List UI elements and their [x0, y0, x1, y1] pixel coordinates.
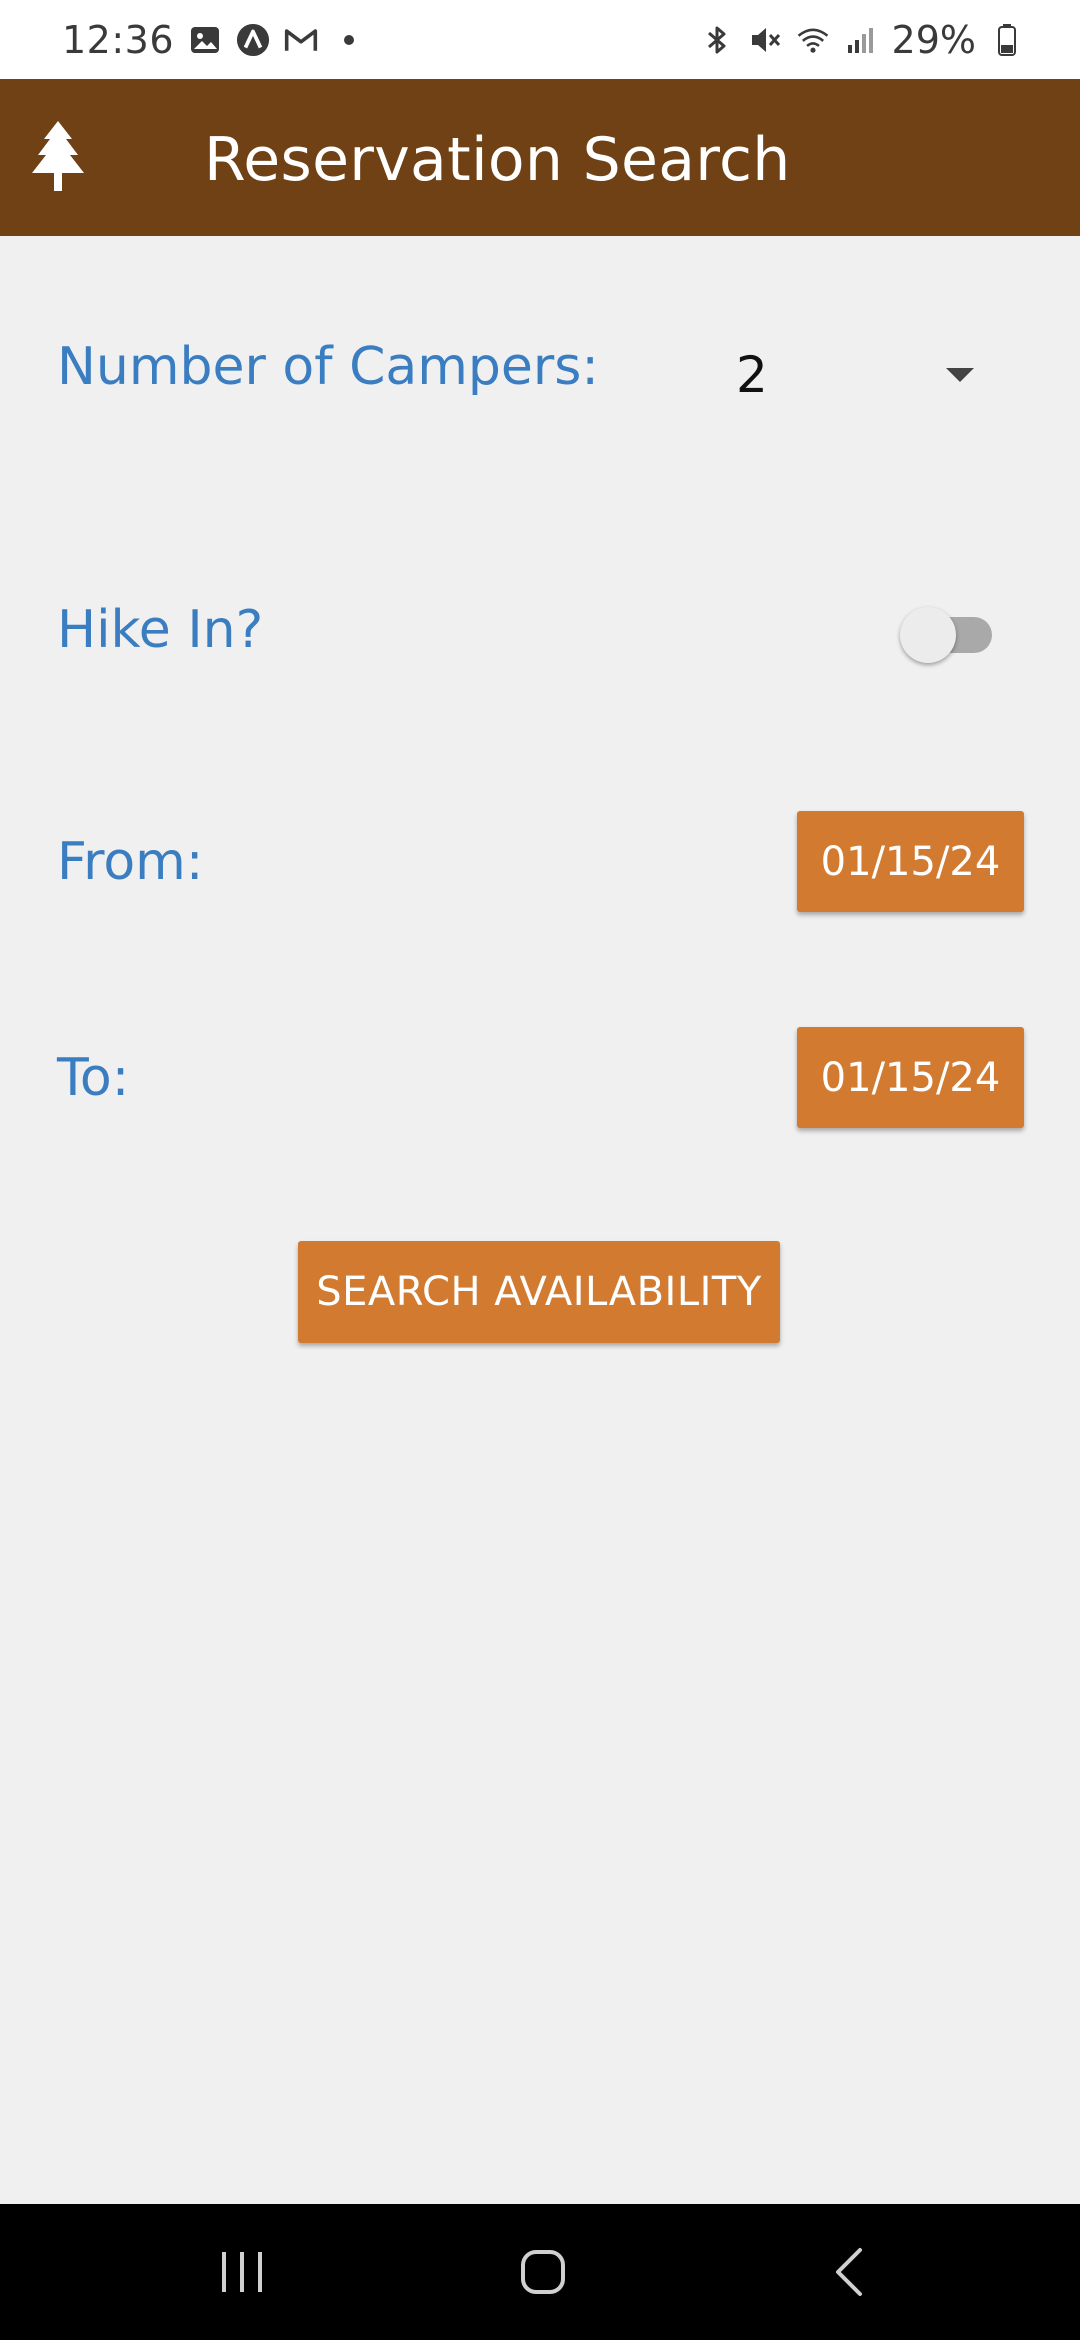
bluetooth-icon [700, 23, 734, 57]
battery-percent: 29% [891, 17, 976, 62]
toggle-knob [900, 607, 956, 663]
to-date-button[interactable]: 01/15/24 [797, 1027, 1024, 1128]
status-right: 29% [700, 18, 1024, 62]
from-label: From: [57, 832, 204, 892]
status-time: 12:36 [62, 17, 175, 62]
battery-icon [990, 23, 1024, 57]
campers-value: 2 [736, 346, 768, 404]
app-bar: Reservation Search [0, 79, 1080, 236]
wifi-icon [796, 23, 830, 57]
dot-icon [332, 23, 366, 57]
back-icon[interactable] [818, 2240, 882, 2304]
campers-label: Number of Campers: [57, 337, 599, 397]
mute-icon [748, 23, 782, 57]
navigation-bar [0, 2204, 1080, 2340]
from-date-button[interactable]: 01/15/24 [797, 811, 1024, 912]
signal-icon [844, 23, 878, 57]
image-icon [188, 23, 222, 57]
status-left: 12:36 [62, 18, 366, 62]
to-label: To: [57, 1048, 130, 1108]
search-availability-button[interactable]: SEARCH AVAILABILITY [298, 1241, 780, 1343]
recents-icon[interactable] [210, 2240, 274, 2304]
campers-dropdown[interactable]: 2 [736, 335, 988, 415]
circle-a-icon [236, 23, 270, 57]
home-icon[interactable] [511, 2240, 575, 2304]
tree-icon [26, 119, 90, 193]
hike-in-toggle[interactable] [900, 603, 996, 663]
status-bar: 12:36 29% [0, 0, 1080, 79]
dropdown-arrow-icon [946, 368, 974, 382]
page-title: Reservation Search [204, 125, 791, 195]
gmail-icon [284, 23, 318, 57]
hike-in-label: Hike In? [57, 600, 264, 660]
